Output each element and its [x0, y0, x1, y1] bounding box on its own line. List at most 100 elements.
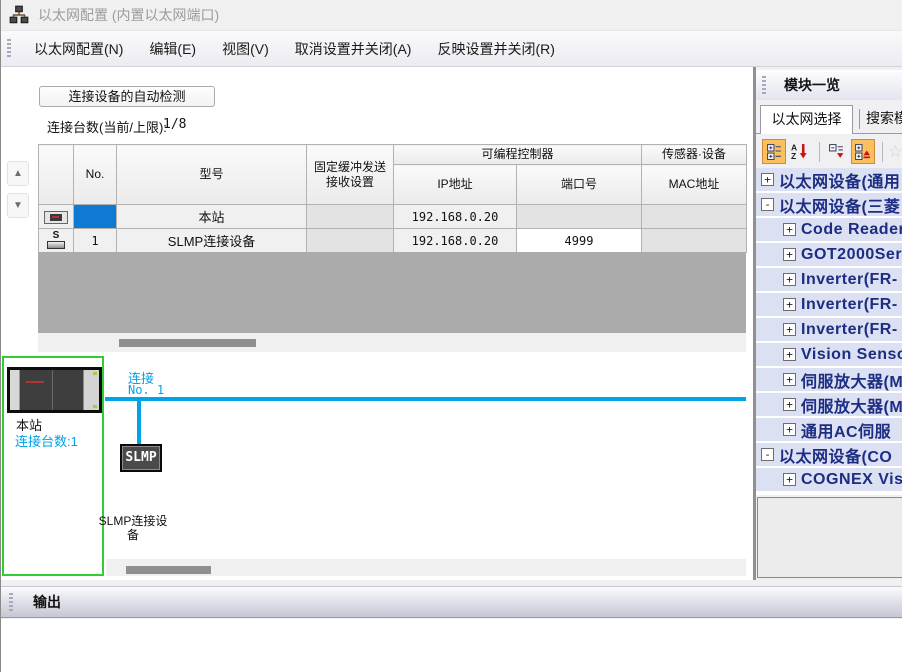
- table-row-slmp: S 1 SLMP连接设备 192.168.0.20 4999: [39, 229, 747, 253]
- slmp-device-label-line1: SLMP连接设: [89, 514, 177, 528]
- auto-detect-button[interactable]: 连接设备的自动检测: [39, 86, 215, 107]
- expand-toggle-icon[interactable]: +: [783, 423, 796, 436]
- host-ip-cell[interactable]: 192.168.0.20: [394, 205, 517, 229]
- slmp-device-label-line2: 备: [89, 528, 177, 542]
- sort-az-button[interactable]: A Z: [788, 139, 812, 164]
- expand-toggle-icon[interactable]: -: [761, 198, 774, 211]
- tab-ethernet-selection[interactable]: 以太网选择: [760, 105, 853, 134]
- host-station-image[interactable]: [7, 367, 102, 413]
- slmp-device-label: SLMP连接设 备: [89, 514, 177, 542]
- favorite-icon[interactable]: ☆: [888, 139, 902, 164]
- expand-toggle-icon[interactable]: +: [783, 473, 796, 486]
- tree-item-label: Inverter(FR-: [801, 271, 898, 289]
- slmp-node[interactable]: SLMP: [120, 444, 162, 472]
- tree-item-servo-amp-2[interactable]: +伺服放大器(M: [756, 393, 902, 416]
- tree-item-code-reader[interactable]: +Code Reader: [756, 218, 902, 241]
- header-sensor-group[interactable]: 传感器·设备: [642, 145, 747, 165]
- output-panel-body: [1, 619, 902, 672]
- header-ip[interactable]: IP地址: [394, 165, 517, 205]
- tree-item-servo-amp-1[interactable]: +伺服放大器(M: [756, 368, 902, 391]
- tree-item-ac-servo[interactable]: +通用AC伺服: [756, 418, 902, 441]
- collapse-tree-button[interactable]: [825, 139, 849, 164]
- menu-item-edit[interactable]: 编辑(E): [136, 35, 209, 63]
- header-fixed-buffer[interactable]: 固定缓冲发送接收设置: [307, 145, 394, 205]
- tree-item-inverter-3[interactable]: +Inverter(FR-: [756, 318, 902, 341]
- host-port-cell[interactable]: [517, 205, 642, 229]
- expand-toggle-icon[interactable]: +: [783, 223, 796, 236]
- menu-item-ethernet-config[interactable]: 以太网配置(N): [21, 35, 136, 63]
- expand-tree-button[interactable]: [851, 139, 875, 164]
- slmp-model-cell[interactable]: SLMP连接设备: [117, 229, 307, 253]
- ethernet-config-window: 以太网配置 (内置以太网端口) 以太网配置(N) 编辑(E) 视图(V) 取消设…: [0, 0, 902, 672]
- expand-toggle-icon[interactable]: +: [783, 373, 796, 386]
- tree-item-vision-sensor[interactable]: + Vision Senso: [756, 343, 902, 366]
- tree-item-label: 以太网设备(通用: [779, 168, 900, 192]
- tree-item-label: COGNEX Vis: [801, 471, 902, 489]
- expand-toggle-icon[interactable]: +: [783, 398, 796, 411]
- toolbar-separator: [882, 142, 883, 162]
- host-connection-count: 连接台数:1: [15, 431, 78, 450]
- expand-toggle-icon[interactable]: +: [783, 248, 796, 261]
- plc-right-module: [84, 370, 99, 410]
- tree-item-cognex-vision[interactable]: + COGNEX Vis: [756, 468, 902, 491]
- module-tree: + 以太网设备(通用 -以太网设备(三菱 +Code Reader + GOT200…: [756, 168, 902, 495]
- slmp-row-icon-cell[interactable]: S: [39, 229, 74, 253]
- slmp-drop-line: [137, 401, 141, 445]
- diagram-hscroll-thumb[interactable]: [126, 566, 211, 574]
- menu-item-cancel-close[interactable]: 取消设置并关闭(A): [282, 35, 425, 63]
- diagram-hscrollbar[interactable]: [106, 559, 746, 576]
- expand-toggle-icon[interactable]: +: [783, 348, 796, 361]
- expand-toggle-icon[interactable]: +: [783, 323, 796, 336]
- slmp-port-cell[interactable]: 4999: [517, 229, 642, 253]
- device-table: No. 型号 固定缓冲发送接收设置 可编程控制器 传感器·设备 IP地址 端口号…: [38, 144, 747, 253]
- header-port[interactable]: 端口号: [517, 165, 642, 205]
- menu-grip[interactable]: [7, 39, 11, 59]
- move-up-button[interactable]: ▲: [7, 161, 29, 186]
- slmp-ip-cell[interactable]: 192.168.0.20: [394, 229, 517, 253]
- tree-item-got2000[interactable]: + GOT2000Ser: [756, 243, 902, 266]
- expand-toggle-icon[interactable]: +: [783, 298, 796, 311]
- title-bar: 以太网配置 (内置以太网端口): [1, 0, 902, 30]
- toolbar-separator: [819, 142, 820, 162]
- module-detail-panel: [757, 497, 902, 578]
- panel-grip[interactable]: [762, 76, 766, 94]
- tree-item-ethernet-mitsubishi[interactable]: -以太网设备(三菱: [756, 193, 902, 216]
- tree-item-ethernet-cognex[interactable]: -以太网设备(CO: [756, 443, 902, 466]
- table-row-host: 本站 192.168.0.20: [39, 205, 747, 229]
- display-setting-icon: [766, 143, 783, 160]
- tree-item-label: GOT2000Ser: [801, 246, 902, 264]
- display-setting-button[interactable]: [762, 139, 786, 164]
- header-plc-group[interactable]: 可编程控制器: [394, 145, 642, 165]
- tree-item-inverter-2[interactable]: +Inverter(FR-: [756, 293, 902, 316]
- tree-item-label: Vision Senso: [801, 346, 902, 364]
- output-grip[interactable]: [9, 593, 13, 611]
- table-hscrollbar[interactable]: [38, 333, 746, 352]
- tree-item-label: 以太网设备(CO: [779, 443, 892, 467]
- expand-toggle-icon[interactable]: -: [761, 448, 774, 461]
- host-model-cell[interactable]: 本站: [117, 205, 307, 229]
- host-mac-cell[interactable]: [642, 205, 747, 229]
- tree-item-inverter-1[interactable]: + Inverter(FR-: [756, 268, 902, 291]
- menu-item-apply-close[interactable]: 反映设置并关闭(R): [424, 35, 567, 63]
- table-hscroll-thumb[interactable]: [119, 339, 256, 347]
- header-mac[interactable]: MAC地址: [642, 165, 747, 205]
- expand-toggle-icon[interactable]: +: [783, 273, 796, 286]
- host-no-cell[interactable]: [74, 205, 117, 229]
- slmp-fixed-buffer-cell[interactable]: [307, 229, 394, 253]
- tab-search-module[interactable]: 搜索模块: [866, 108, 902, 128]
- expand-toggle-icon[interactable]: +: [761, 173, 774, 186]
- tree-item-ethernet-generic[interactable]: + 以太网设备(通用: [756, 168, 902, 191]
- host-row-icon-cell[interactable]: [39, 205, 74, 229]
- menu-item-view[interactable]: 视图(V): [209, 35, 282, 63]
- host-fixed-buffer-cell[interactable]: [307, 205, 394, 229]
- header-no[interactable]: No.: [74, 145, 117, 205]
- table-empty-area: [38, 252, 746, 333]
- sort-az-icon: A Z: [791, 143, 808, 160]
- slmp-mac-cell[interactable]: [642, 229, 747, 253]
- slmp-no-cell[interactable]: 1: [74, 229, 117, 253]
- module-toolbar: A Z: [756, 136, 902, 167]
- output-panel-header[interactable]: 输出: [1, 586, 902, 618]
- move-down-button[interactable]: ▼: [7, 193, 29, 218]
- header-model[interactable]: 型号: [117, 145, 307, 205]
- module-tabs: 以太网选择 搜索模块: [756, 104, 902, 134]
